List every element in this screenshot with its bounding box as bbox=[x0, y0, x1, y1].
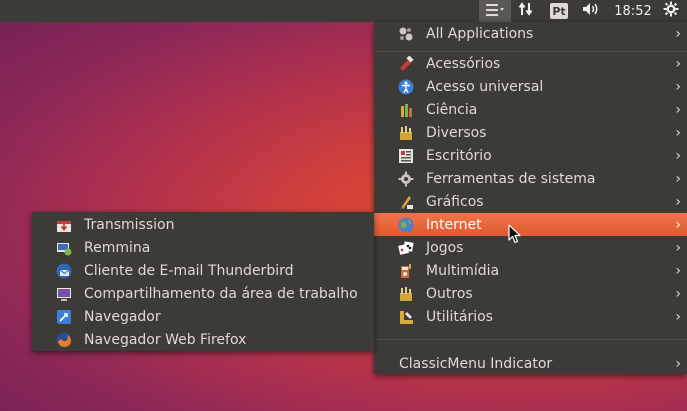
menu-item-escritorio[interactable]: Escritório › bbox=[374, 144, 687, 167]
chevron-right-icon: › bbox=[675, 25, 681, 42]
thunderbird-icon bbox=[56, 263, 72, 279]
chevron-right-icon: › bbox=[675, 170, 681, 187]
menu-item-label: Acesso universal bbox=[426, 78, 544, 95]
chevron-right-icon: › bbox=[675, 147, 681, 164]
chevron-right-icon: › bbox=[675, 216, 681, 233]
submenu-item-desktop-sharing[interactable]: Compartilhamento da área de trabalho bbox=[32, 282, 374, 305]
misc-icon bbox=[398, 125, 414, 141]
chevron-right-icon: › bbox=[675, 355, 681, 372]
chevron-right-icon: › bbox=[675, 262, 681, 279]
menu-item-all-applications[interactable]: All Applications › bbox=[374, 22, 687, 45]
chevron-right-icon: › bbox=[675, 55, 681, 72]
remmina-icon bbox=[56, 240, 72, 256]
submenu-item-remmina[interactable]: Remmina bbox=[32, 236, 374, 259]
chevron-right-icon: › bbox=[675, 285, 681, 302]
utilities-icon bbox=[398, 309, 414, 325]
multimedia-icon bbox=[398, 263, 414, 279]
top-panel: Pt 18:52 bbox=[0, 0, 687, 22]
network-arrows-icon bbox=[518, 1, 534, 21]
submenu-item-transmission[interactable]: Transmission bbox=[32, 213, 374, 236]
menu-item-ciencia[interactable]: Ciência › bbox=[374, 98, 687, 121]
menu-item-label: Ferramentas de sistema bbox=[426, 170, 596, 187]
games-icon bbox=[398, 240, 414, 256]
menu-item-multimidia[interactable]: Multimídia › bbox=[374, 259, 687, 282]
menu-item-diversos[interactable]: Diversos › bbox=[374, 121, 687, 144]
chevron-right-icon: › bbox=[675, 124, 681, 141]
system-tools-icon bbox=[398, 171, 414, 187]
submenu-item-label: Remmina bbox=[84, 239, 151, 256]
desktop-sharing-icon bbox=[56, 286, 72, 302]
menu-icon bbox=[485, 2, 505, 21]
menu-item-label: Gráficos bbox=[426, 193, 484, 210]
session-indicator[interactable] bbox=[659, 0, 683, 22]
sound-indicator[interactable] bbox=[577, 0, 605, 22]
chevron-right-icon: › bbox=[675, 193, 681, 210]
accessibility-icon bbox=[398, 79, 414, 95]
network-indicator[interactable] bbox=[514, 0, 538, 22]
keyboard-layout-badge: Pt bbox=[550, 3, 568, 19]
internet-icon bbox=[398, 217, 414, 233]
menu-item-graficos[interactable]: Gráficos › bbox=[374, 190, 687, 213]
menu-item-classicmenu-indicator[interactable]: ClassicMenu Indicator › bbox=[374, 352, 687, 375]
accessories-icon bbox=[398, 55, 414, 72]
menu-item-label: Diversos bbox=[426, 124, 487, 141]
transmission-icon bbox=[56, 217, 72, 233]
office-icon bbox=[398, 148, 414, 164]
submenu-item-label: Navegador bbox=[84, 308, 161, 325]
menu-item-acessorios[interactable]: Acessórios › bbox=[374, 52, 687, 75]
submenu-item-label: Compartilhamento da área de trabalho bbox=[84, 285, 358, 302]
menu-item-jogos[interactable]: Jogos › bbox=[374, 236, 687, 259]
all-apps-icon bbox=[398, 26, 414, 42]
chevron-right-icon: › bbox=[675, 308, 681, 325]
submenu-item-thunderbird[interactable]: Cliente de E-mail Thunderbird bbox=[32, 259, 374, 282]
clock-text: 18:52 bbox=[614, 3, 652, 19]
menu-item-ferramentas-de-sistema[interactable]: Ferramentas de sistema › bbox=[374, 167, 687, 190]
submenu-item-label: Navegador Web Firefox bbox=[84, 331, 247, 348]
chevron-right-icon: › bbox=[675, 78, 681, 95]
submenu-item-label: Cliente de E-mail Thunderbird bbox=[84, 262, 294, 279]
menu-item-label: Escritório bbox=[426, 147, 492, 164]
menu-item-label: Utilitários bbox=[426, 308, 493, 325]
menu-item-label: Jogos bbox=[426, 239, 464, 256]
others-icon bbox=[398, 286, 414, 302]
classic-menu: All Applications › Acessórios › Acesso u… bbox=[374, 22, 687, 374]
mouse-cursor-icon bbox=[508, 224, 521, 244]
internet-submenu: Transmission Remmina Cliente de E-mail T… bbox=[32, 212, 374, 351]
menu-item-outros[interactable]: Outros › bbox=[374, 282, 687, 305]
gear-icon bbox=[663, 1, 679, 21]
volume-icon bbox=[581, 1, 601, 21]
chevron-right-icon: › bbox=[675, 239, 681, 256]
menu-item-label: Internet bbox=[426, 216, 482, 233]
submenu-item-firefox[interactable]: Navegador Web Firefox bbox=[32, 328, 374, 351]
menu-item-label: Outros bbox=[426, 285, 473, 302]
science-icon bbox=[398, 102, 414, 118]
menu-item-label: ClassicMenu Indicator bbox=[399, 355, 553, 372]
clock-indicator[interactable]: 18:52 bbox=[610, 0, 656, 22]
menu-item-label: Multimídia bbox=[426, 262, 500, 279]
menu-separator bbox=[374, 339, 687, 340]
classic-menu-indicator[interactable] bbox=[479, 0, 511, 22]
chevron-right-icon: › bbox=[675, 101, 681, 118]
menu-item-utilitarios[interactable]: Utilitários › bbox=[374, 305, 687, 328]
browser-icon bbox=[56, 309, 72, 325]
firefox-icon bbox=[56, 332, 72, 348]
menu-item-acesso-universal[interactable]: Acesso universal › bbox=[374, 75, 687, 98]
menu-item-label: Acessórios bbox=[426, 55, 501, 72]
menu-item-label: All Applications bbox=[426, 25, 534, 42]
menu-item-internet[interactable]: Internet › bbox=[374, 213, 687, 236]
menu-item-label: Ciência bbox=[426, 101, 478, 118]
submenu-item-label: Transmission bbox=[84, 216, 175, 233]
graphics-icon bbox=[398, 194, 414, 210]
keyboard-layout-indicator[interactable]: Pt bbox=[547, 0, 571, 22]
submenu-item-navegador[interactable]: Navegador bbox=[32, 305, 374, 328]
